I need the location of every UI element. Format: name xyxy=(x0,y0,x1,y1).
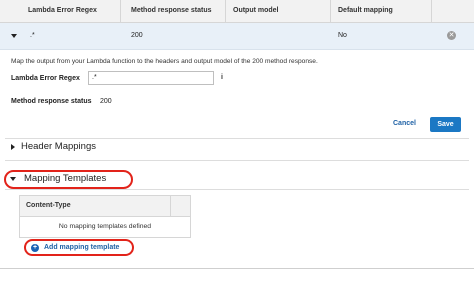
column-lambda-error-regex: Lambda Error Regex xyxy=(28,7,97,14)
save-button[interactable]: Save xyxy=(430,117,461,132)
column-default-mapping: Default mapping xyxy=(338,7,393,14)
row-regex: .* xyxy=(30,32,35,39)
content-type-column: Content-Type xyxy=(26,202,71,209)
response-row[interactable]: .* 200 No ✕ xyxy=(0,23,474,50)
add-template-highlight xyxy=(24,239,134,256)
response-table-header: Lambda Error Regex Method response statu… xyxy=(0,0,474,23)
status-value: 200 xyxy=(100,98,112,105)
info-icon[interactable]: i xyxy=(219,74,225,82)
regex-input[interactable] xyxy=(88,71,214,85)
content-type-header: Content-Type xyxy=(20,196,190,217)
regex-label: Lambda Error Regex xyxy=(11,75,80,82)
column-output-model: Output model xyxy=(233,7,279,14)
column-method-response-status: Method response status xyxy=(131,7,212,14)
row-status: 200 xyxy=(131,32,143,39)
status-label: Method response status xyxy=(11,98,92,105)
header-mappings-chevron-icon[interactable] xyxy=(11,144,15,150)
no-templates-message: No mapping templates defined xyxy=(58,223,152,230)
mapping-templates-highlight xyxy=(4,170,133,189)
row-default-mapping: No xyxy=(338,32,347,39)
content-type-table: Content-Type No mapping templates define… xyxy=(19,195,191,238)
collapse-row-chevron-icon[interactable] xyxy=(11,34,17,38)
cancel-button[interactable]: Cancel xyxy=(393,120,416,127)
method-response-mapping-panel: Lambda Error Regex Method response statu… xyxy=(0,0,474,282)
mapping-description: Map the output from your Lambda function… xyxy=(11,58,318,65)
remove-row-icon[interactable]: ✕ xyxy=(447,31,456,40)
header-mappings-toggle[interactable]: Header Mappings xyxy=(21,141,96,152)
